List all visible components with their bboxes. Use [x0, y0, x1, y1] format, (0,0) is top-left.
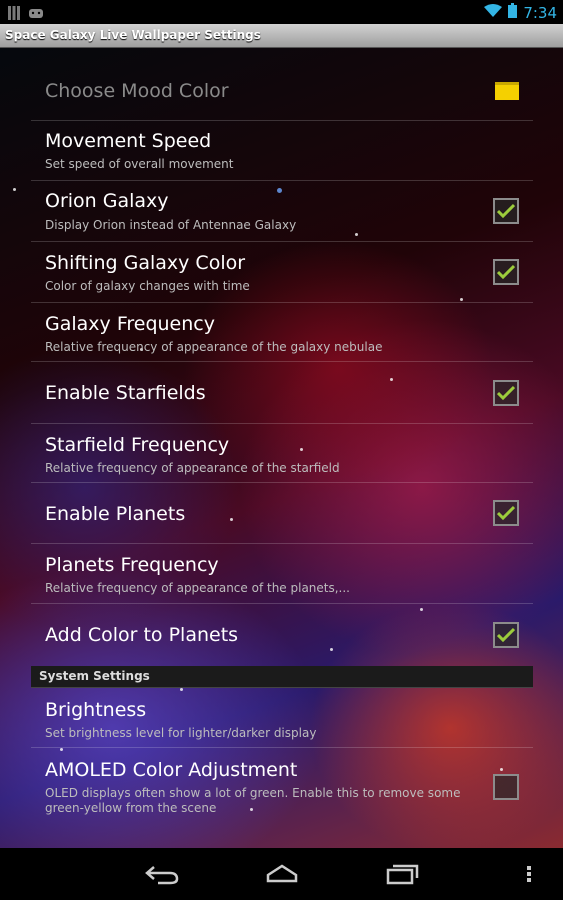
- android-icon: [28, 5, 44, 24]
- setting-add-color-to-planets[interactable]: Add Color to Planets: [31, 604, 533, 666]
- checkmark-icon: [497, 203, 515, 219]
- recent-apps-button[interactable]: [382, 860, 422, 888]
- menu-icon: [527, 866, 531, 882]
- setting-summary: OLED displays often show a lot of green.…: [45, 786, 461, 815]
- navigation-bar: [0, 848, 563, 900]
- notification-grid-icon: [8, 5, 20, 24]
- shifting-galaxy-color-checkbox[interactable]: [493, 259, 519, 285]
- setting-title: Brightness: [45, 699, 147, 721]
- title-bar: Space Galaxy Live Wallpaper Settings: [0, 24, 563, 48]
- setting-title: Orion Galaxy: [45, 190, 169, 212]
- setting-title: Planets Frequency: [45, 554, 219, 576]
- setting-title: Enable Starfields: [45, 382, 206, 404]
- setting-choose-mood-color[interactable]: Choose Mood Color: [31, 48, 533, 121]
- setting-enable-planets[interactable]: Enable Planets: [31, 483, 533, 544]
- mood-color-swatch[interactable]: [495, 82, 519, 100]
- setting-summary: Color of galaxy changes with time: [45, 279, 250, 293]
- section-header-system-settings: System Settings: [31, 666, 533, 688]
- setting-enable-starfields[interactable]: Enable Starfields: [31, 362, 533, 424]
- checkmark-icon: [497, 627, 515, 643]
- enable-planets-checkbox[interactable]: [493, 500, 519, 526]
- system-settings-list: Brightness Set brightness level for ligh…: [31, 688, 533, 848]
- setting-amoled-color-adjustment[interactable]: AMOLED Color Adjustment OLED displays of…: [31, 748, 533, 848]
- amoled-color-adjustment-checkbox[interactable]: [493, 774, 519, 800]
- setting-title: AMOLED Color Adjustment: [45, 759, 298, 781]
- setting-orion-galaxy[interactable]: Orion Galaxy Display Orion instead of An…: [31, 181, 533, 242]
- home-button[interactable]: [262, 860, 302, 888]
- battery-icon: [508, 3, 518, 22]
- menu-button[interactable]: [519, 860, 539, 888]
- section-header-label: System Settings: [39, 669, 150, 683]
- setting-title: Starfield Frequency: [45, 434, 230, 456]
- setting-title: Add Color to Planets: [45, 624, 239, 646]
- enable-starfields-checkbox[interactable]: [493, 380, 519, 406]
- setting-summary: Display Orion instead of Antennae Galaxy: [45, 218, 297, 232]
- setting-brightness[interactable]: Brightness Set brightness level for ligh…: [31, 688, 533, 748]
- setting-shifting-galaxy-color[interactable]: Shifting Galaxy Color Color of galaxy ch…: [31, 242, 533, 303]
- wifi-icon: [484, 3, 503, 22]
- page-title: Space Galaxy Live Wallpaper Settings: [5, 28, 261, 42]
- setting-summary: Relative frequency of appearance of the …: [45, 340, 383, 354]
- orion-galaxy-checkbox[interactable]: [493, 198, 519, 224]
- add-color-to-planets-checkbox[interactable]: [493, 622, 519, 648]
- setting-galaxy-frequency[interactable]: Galaxy Frequency Relative frequency of a…: [31, 303, 533, 362]
- setting-summary: Set speed of overall movement: [45, 157, 234, 171]
- setting-movement-speed[interactable]: Movement Speed Set speed of overall move…: [31, 121, 533, 181]
- setting-title: Galaxy Frequency: [45, 313, 215, 335]
- setting-starfield-frequency[interactable]: Starfield Frequency Relative frequency o…: [31, 424, 533, 483]
- checkmark-icon: [497, 264, 515, 280]
- setting-title: Enable Planets: [45, 503, 186, 525]
- setting-title: Shifting Galaxy Color: [45, 252, 246, 274]
- home-icon: [266, 864, 298, 883]
- setting-summary: Relative frequency of appearance of the …: [45, 461, 340, 475]
- setting-summary: Set brightness level for lighter/darker …: [45, 726, 317, 740]
- setting-title: Movement Speed: [45, 130, 212, 152]
- recent-apps-icon: [386, 864, 419, 885]
- checkmark-icon: [497, 385, 515, 401]
- settings-list: Choose Mood Color Movement Speed Set spe…: [31, 48, 533, 666]
- checkmark-icon: [497, 505, 515, 521]
- status-bar: 7:34: [0, 0, 563, 24]
- setting-title: Choose Mood Color: [45, 80, 229, 102]
- setting-planets-frequency[interactable]: Planets Frequency Relative frequency of …: [31, 544, 533, 604]
- back-button[interactable]: [142, 860, 182, 888]
- status-time: 7:34: [523, 3, 557, 22]
- setting-summary: Relative frequency of appearance of the …: [45, 581, 350, 595]
- back-icon: [145, 866, 179, 885]
